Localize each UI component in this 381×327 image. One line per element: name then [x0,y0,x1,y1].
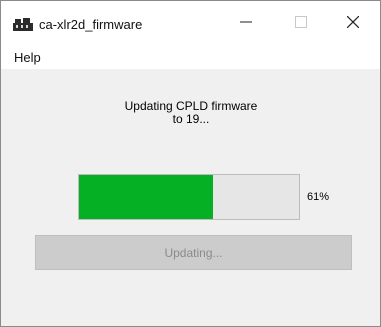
minimize-button[interactable] [223,9,269,39]
dialog-content: Updating CPLD firmware to 19... 61% Upda… [1,69,380,326]
status-message: Updating CPLD firmware to 19... [61,100,321,126]
maximize-button[interactable] [278,9,324,39]
app-window: ca-xlr2d_firmware Help Updating CPLD fir… [0,0,381,327]
updating-button[interactable]: Updating... [35,235,352,270]
minimize-icon [240,15,252,33]
app-icon [13,17,33,31]
progress-bar [78,174,300,220]
title-bar: ca-xlr2d_firmware [1,1,380,47]
close-button[interactable] [330,9,376,39]
maximize-icon [295,15,307,33]
close-icon [346,15,360,33]
progress-fill [79,175,214,219]
progress-percent: 61% [307,191,330,203]
status-line-2: to 19... [172,112,210,126]
menu-help[interactable]: Help [14,50,41,65]
window-title: ca-xlr2d_firmware [39,17,143,32]
menu-bar: Help [1,47,380,69]
